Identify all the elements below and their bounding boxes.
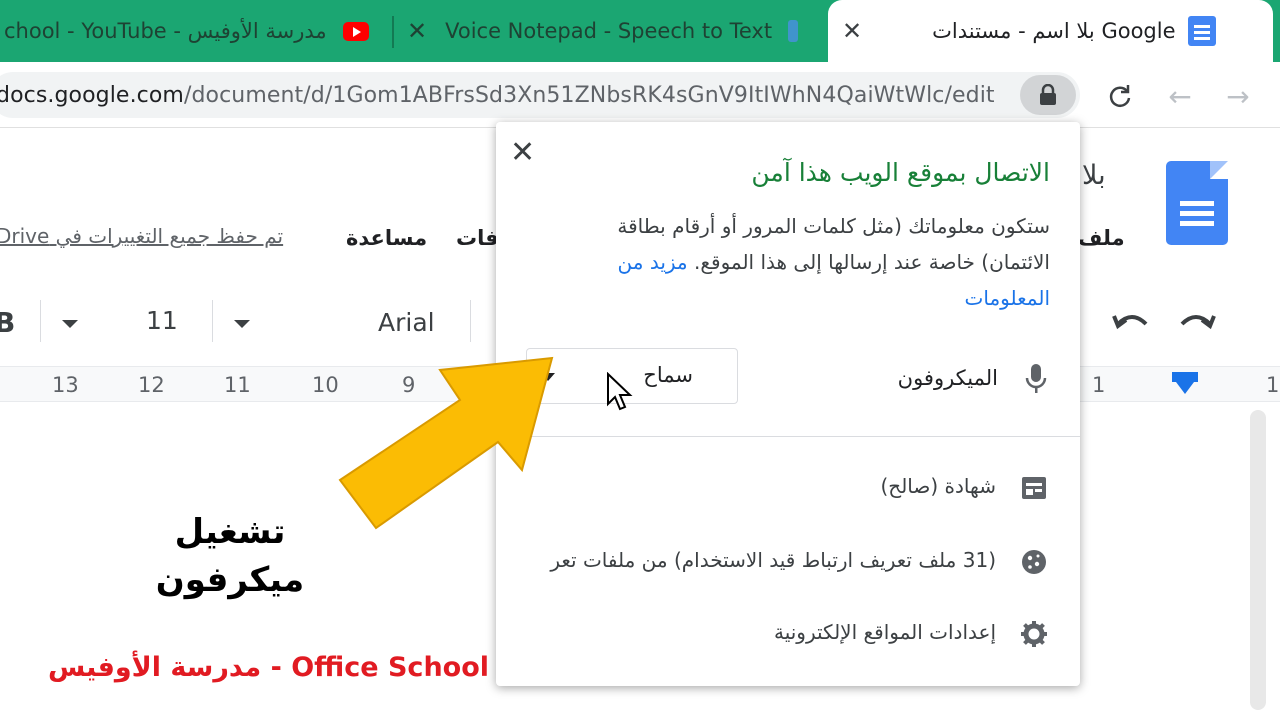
ruler-tick: 13 (52, 373, 79, 397)
youtube-icon (342, 21, 369, 41)
cookie-icon (1020, 548, 1048, 576)
popup-divider (496, 436, 1080, 437)
menu-file[interactable]: ملف (1078, 226, 1125, 250)
address-bar-row: docs.google.com/document/d/1Gom1ABFrsSd3… (0, 62, 1280, 128)
document-title[interactable]: بلا (1082, 160, 1106, 191)
ruler-tick: 1 (1092, 373, 1106, 397)
back-arrow-icon[interactable]: ← (1160, 76, 1200, 116)
google-docs-icon (1187, 16, 1216, 46)
tab-google-docs[interactable]: ✕ بلا اسم - مستندات Google (828, 0, 1273, 62)
close-icon[interactable]: ✕ (842, 17, 862, 45)
close-icon[interactable]: ✕ (407, 17, 427, 45)
microphone-permission-row: الميكروفون سماح (496, 336, 1080, 426)
popup-title: الاتصال بموقع الويب هذا آمن (751, 158, 1050, 187)
site-info-popup: ✕ الاتصال بموقع الويب هذا آمن ستكون معلو… (496, 122, 1080, 686)
channel-watermark: مدرسة الأوفيس - Office School (48, 652, 490, 683)
menu-help[interactable]: مساعدة (346, 226, 427, 250)
tab-docs-title: بلا اسم - مستندات Google (932, 19, 1176, 43)
ruler-tick: 1 (1266, 373, 1280, 397)
tab-voice-title: Voice Notepad - Speech to Text (445, 19, 773, 43)
url-text[interactable]: docs.google.com/document/d/1Gom1ABFrsSd3… (0, 83, 995, 108)
cookies-row[interactable]: (31 ملف تعريف ارتباط قيد الاستخدام) من م… (496, 542, 1080, 582)
tab-youtube-title: chool - YouTube - مدرسة الأوفيس (4, 19, 327, 43)
forward-arrow-icon[interactable]: → (1218, 76, 1258, 116)
vertical-scrollbar[interactable] (1250, 410, 1266, 710)
microphone-icon (1024, 362, 1048, 396)
reload-icon[interactable] (1100, 76, 1140, 116)
omnibox[interactable]: docs.google.com/document/d/1Gom1ABFrsSd3… (0, 72, 1080, 118)
caption-line-1: تشغيل (174, 512, 286, 552)
menu-partial[interactable]: فات (456, 226, 499, 250)
site-settings-row[interactable]: إعدادات المواقع الإلكترونية (496, 614, 1080, 654)
url-path: /document/d/1Gom1ABFrsSd3Xn51ZNbsRK4sGnV… (183, 82, 995, 108)
caption-line-2: ميكرفون (155, 560, 305, 600)
tab-strip: chool - YouTube - مدرسة الأوفيس ✕ Voice … (0, 0, 1280, 62)
site-settings-label: إعدادات المواقع الإلكترونية (773, 620, 996, 644)
tutorial-caption: تشغيل ميكرفون (130, 508, 330, 604)
ruler-tick: 12 (138, 373, 165, 397)
voice-notepad-icon (788, 20, 799, 42)
indent-marker[interactable] (1172, 372, 1198, 382)
certificate-label: شهادة (صالح) (880, 474, 997, 498)
cookies-label: (31 ملف تعريف ارتباط قيد الاستخدام) من م… (550, 548, 996, 572)
close-icon[interactable]: ✕ (510, 138, 535, 168)
google-docs-logo[interactable] (1166, 161, 1228, 245)
undo-icon[interactable] (1110, 310, 1154, 342)
lock-icon[interactable] (1020, 75, 1076, 115)
bold-button[interactable]: B (0, 306, 15, 339)
permission-value: سماح (643, 363, 693, 387)
tab-divider (392, 16, 394, 48)
font-size-field[interactable]: 11 (146, 306, 178, 335)
mouse-cursor-icon (606, 371, 634, 412)
tab-voice-notepad[interactable]: ✕ Voice Notepad - Speech to Text (395, 0, 815, 62)
toolbar-divider (212, 300, 213, 342)
microphone-label: الميكروفون (897, 366, 998, 390)
certificate-row[interactable]: شهادة (صالح) (496, 468, 1080, 508)
chevron-down-icon[interactable] (234, 320, 250, 328)
saved-status-link[interactable]: تم حفظ جميع التغييرات في Drive (0, 224, 283, 248)
redo-icon[interactable] (1174, 310, 1218, 342)
url-host: docs.google.com (0, 82, 184, 108)
popup-description: ستكون معلوماتك (مثل كلمات المرور أو أرقا… (580, 208, 1050, 316)
gear-icon (1020, 620, 1048, 648)
certificate-icon (1020, 474, 1048, 502)
tab-youtube[interactable]: chool - YouTube - مدرسة الأوفيس (0, 0, 390, 62)
ruler-tick: 11 (224, 373, 251, 397)
pointer-arrow-annotation (330, 330, 570, 540)
indent-marker-arrow[interactable] (1176, 382, 1194, 394)
chevron-down-icon[interactable] (62, 320, 78, 328)
toolbar-divider (40, 300, 41, 342)
